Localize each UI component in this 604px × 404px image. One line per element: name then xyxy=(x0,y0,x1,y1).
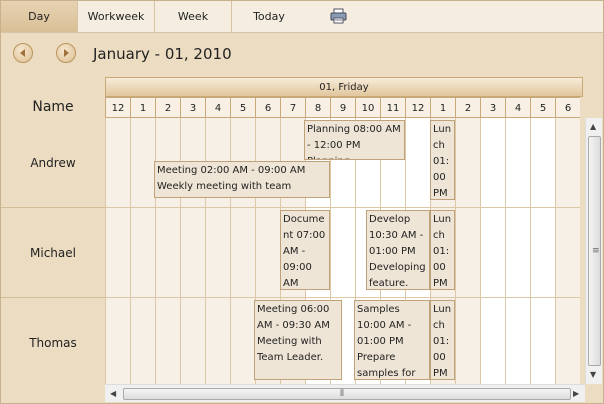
hour-header-cell: 11 xyxy=(380,97,405,118)
appointment-develop[interactable]: Develop 10:30 AM - 01:00 PM Developing f… xyxy=(366,210,430,290)
time-slot-cell[interactable] xyxy=(105,298,130,384)
name-column-header: Name xyxy=(32,99,74,115)
time-slot-cell[interactable] xyxy=(330,208,355,298)
appointment-lunch-andrew[interactable]: Lunch 01:00 PM - 02:00 PM xyxy=(430,120,455,200)
hour-header-cell: 12 xyxy=(105,97,130,118)
time-slot-cell[interactable] xyxy=(530,208,555,298)
hour-header-cell: 1 xyxy=(130,97,155,118)
time-slot-cell[interactable] xyxy=(230,208,255,298)
appointment-document[interactable]: Document 07:00 AM - 09:00 AM Prepare xyxy=(280,210,330,290)
time-slot-cell[interactable] xyxy=(205,298,230,384)
time-slot-cell[interactable] xyxy=(130,118,155,208)
hour-header-cell: 2 xyxy=(155,97,180,118)
time-slot-cell[interactable] xyxy=(505,118,530,208)
hour-header-cell: 9 xyxy=(330,97,355,118)
view-workweek-button[interactable]: Workweek xyxy=(78,1,155,32)
time-slot-cell[interactable] xyxy=(155,208,180,298)
time-slot-cell[interactable] xyxy=(555,118,580,208)
hour-header-cell: 3 xyxy=(180,97,205,118)
time-slot-cell[interactable] xyxy=(255,208,280,298)
grip-icon: ⦀ xyxy=(340,389,344,399)
scheduler: Day Workweek Week Today January - 01, 20… xyxy=(0,0,604,404)
time-slot-cell[interactable] xyxy=(455,298,480,384)
row-name-thomas: Thomas xyxy=(1,298,105,384)
time-slot-cell[interactable] xyxy=(480,208,505,298)
hour-header-cell: 1 xyxy=(430,97,455,118)
date-title: January - 01, 2010 xyxy=(93,45,232,63)
toolbar: Day Workweek Week Today xyxy=(1,1,603,33)
time-slot-cell[interactable] xyxy=(555,298,580,384)
day-header: 01, Friday xyxy=(105,77,583,97)
hour-header-cell: 8 xyxy=(305,97,330,118)
time-slot-cell[interactable] xyxy=(105,118,130,208)
hour-header-cell: 10 xyxy=(355,97,380,118)
hour-header-cell: 5 xyxy=(230,97,255,118)
view-day-button[interactable]: Day xyxy=(1,1,78,32)
time-slot-cell[interactable] xyxy=(155,298,180,384)
hour-header-cell: 2 xyxy=(455,97,480,118)
appointment-lunch-thomas[interactable]: Lunch 01:00 PM - 02:00 PM xyxy=(430,300,455,380)
hour-header-cell: 4 xyxy=(505,97,530,118)
grip-icon: ≡ xyxy=(592,246,600,256)
hour-header-cell: 3 xyxy=(480,97,505,118)
arrow-right-circle-icon[interactable] xyxy=(56,43,76,63)
time-slot-cell[interactable] xyxy=(505,208,530,298)
row-name-michael: Michael xyxy=(1,208,105,298)
scroll-up-icon[interactable]: ▲ xyxy=(590,122,596,132)
vertical-scrollbar[interactable]: ▲ ≡ ▼ xyxy=(585,118,602,384)
arrow-left-circle-icon[interactable] xyxy=(13,43,33,63)
horizontal-scroll-thumb[interactable]: ⦀ xyxy=(123,388,571,400)
scroll-down-icon[interactable]: ▼ xyxy=(590,370,596,380)
time-slot-cell[interactable] xyxy=(180,208,205,298)
horizontal-scrollbar[interactable]: ◀ ⦀ ▶ xyxy=(105,384,585,402)
time-slot-cell[interactable] xyxy=(130,208,155,298)
time-slot-cell[interactable] xyxy=(230,298,255,384)
hour-header-cell: 12 xyxy=(405,97,430,118)
appointment-meeting-thomas[interactable]: Meeting 06:00 AM - 09:30 AM Meeting with… xyxy=(254,300,342,380)
time-slot-cell[interactable] xyxy=(405,118,430,208)
scroll-right-icon[interactable]: ▶ xyxy=(573,389,579,399)
time-slot-cell[interactable] xyxy=(480,118,505,208)
time-slot-cell[interactable] xyxy=(555,208,580,298)
time-slot-cell[interactable] xyxy=(205,208,230,298)
printer-icon[interactable] xyxy=(330,8,348,24)
time-slot-cell[interactable] xyxy=(480,298,505,384)
appointment-meeting-andrew[interactable]: Meeting 02:00 AM - 09:00 AM Weekly meeti… xyxy=(154,161,330,198)
time-slot-cell[interactable] xyxy=(455,208,480,298)
hour-header-cell: 6 xyxy=(555,97,580,118)
time-slot-cell[interactable] xyxy=(530,298,555,384)
hour-header-cell: 6 xyxy=(255,97,280,118)
appointment-samples[interactable]: Samples 10:00 AM - 01:00 PM Prepare samp… xyxy=(354,300,430,380)
time-slot-cell[interactable] xyxy=(530,118,555,208)
hour-header-cell: 7 xyxy=(280,97,305,118)
scroll-left-icon[interactable]: ◀ xyxy=(110,389,116,399)
time-slot-cell[interactable] xyxy=(130,298,155,384)
vertical-scroll-thumb[interactable]: ≡ xyxy=(588,136,601,366)
today-button[interactable]: Today xyxy=(232,1,306,32)
appointment-planning[interactable]: Planning 08:00 AM - 12:00 PM Planning xyxy=(304,120,405,160)
hour-header-cell: 4 xyxy=(205,97,230,118)
time-slot-cell[interactable] xyxy=(455,118,480,208)
time-slot-cell[interactable] xyxy=(180,298,205,384)
hour-header-cell: 5 xyxy=(530,97,555,118)
appointment-lunch-michael[interactable]: Lunch 01:00 PM - 02:00 PM xyxy=(430,210,455,290)
view-week-button[interactable]: Week xyxy=(155,1,232,32)
time-slot-cell[interactable] xyxy=(105,208,130,298)
schedule-grid: Andrew Michael Thomas Planning 08:00 AM … xyxy=(1,118,603,384)
row-name-andrew: Andrew xyxy=(1,118,105,208)
time-slot-cell[interactable] xyxy=(505,298,530,384)
